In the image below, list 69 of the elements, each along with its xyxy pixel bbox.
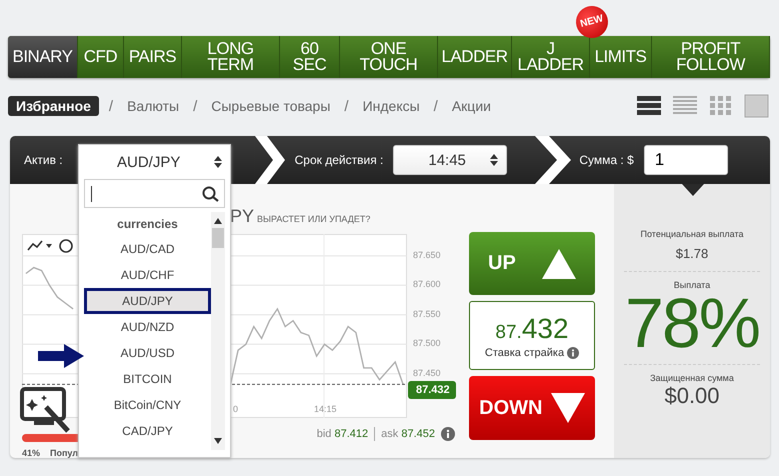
price-label: 87.550	[413, 308, 441, 320]
chart-tools-icon[interactable]	[26, 238, 74, 254]
category-link[interactable]: Акции	[448, 96, 495, 116]
ask-price: ask 87.452	[381, 428, 435, 440]
time-label: 14:15	[314, 404, 337, 414]
info-icon[interactable]	[441, 427, 455, 441]
category-link[interactable]: Сырьевые товары	[207, 96, 334, 116]
expiry-label: Срок действия :	[294, 153, 384, 167]
tile-view-icon[interactable]	[744, 94, 770, 118]
amount-field[interactable]: 1	[644, 145, 728, 175]
product-tab[interactable]: LONG TERM	[182, 36, 280, 78]
asset-label: Актив :	[24, 153, 63, 167]
bid-price: bid 87.412	[316, 428, 368, 440]
strike-label: Ставка страйка	[484, 346, 564, 358]
price-label: 87.600	[413, 278, 441, 290]
chart-subtitle: ВЫРАСТЕТ ИЛИ УПАДЕТ?	[257, 214, 370, 224]
down-triangle-icon	[550, 393, 585, 423]
scroll-up-icon[interactable]	[214, 218, 222, 224]
info-icon[interactable]	[567, 346, 580, 358]
category-link[interactable]: Избранное	[8, 96, 99, 116]
separator: /	[434, 98, 438, 114]
magic-wand-icon[interactable]	[20, 387, 72, 435]
potential-payout-value: $1.78	[676, 246, 708, 261]
category-link[interactable]: Валюты	[123, 96, 184, 116]
category-link[interactable]: Индексы	[358, 96, 424, 116]
chart-title: PY	[230, 206, 254, 227]
price-label: 87.650	[413, 248, 441, 261]
product-tab[interactable]: 60 SEC	[280, 36, 340, 78]
scroll-down-icon[interactable]	[214, 438, 222, 444]
product-tab[interactable]: BINARY	[8, 36, 78, 78]
protected-amount-value: $0.00	[664, 383, 720, 409]
current-price-tag: 87.432	[408, 381, 456, 400]
up-button[interactable]: UP	[469, 232, 595, 295]
price-label: 87.500	[413, 337, 441, 350]
product-tab[interactable]: ONE TOUCH	[340, 36, 438, 78]
scrollbar[interactable]	[211, 212, 225, 450]
time-label: 0	[233, 404, 238, 414]
group-heading: currencies	[116, 216, 179, 233]
pointer-icon	[682, 184, 704, 196]
protected-amount-label: Защищенная сумма	[650, 373, 734, 383]
price-label: 87.450	[413, 366, 441, 379]
separator: /	[344, 98, 349, 114]
product-tab[interactable]: CFD	[78, 36, 124, 78]
search-icon	[202, 186, 220, 202]
scroll-thumb[interactable]	[212, 228, 224, 248]
separator: /	[108, 98, 114, 114]
product-tab[interactable]: PAIRS	[124, 36, 182, 78]
sentiment-percent: 41%	[22, 448, 40, 458]
strike-price: 87.432	[495, 312, 569, 344]
payout-rate: 78%	[624, 292, 760, 354]
updown-icon	[490, 154, 498, 166]
asset-select[interactable]: AUD/JPY	[79, 145, 230, 179]
product-tab[interactable]: J LADDER	[512, 36, 590, 78]
asset-option[interactable]: AUD/JPY	[84, 288, 211, 314]
product-tab[interactable]: LIMITS	[590, 36, 652, 78]
potential-payout-label: Потенциальная выплата	[640, 229, 744, 239]
sentiment-label: Попул	[50, 448, 78, 458]
payout-label: Выплата	[674, 280, 710, 290]
separator: /	[193, 98, 198, 114]
up-triangle-icon	[542, 248, 576, 278]
expiry-select[interactable]: 14:45	[393, 145, 508, 175]
down-button[interactable]: DOWN	[469, 376, 595, 440]
product-tab[interactable]: LADDER	[438, 36, 512, 78]
pointing-arrow	[38, 344, 84, 368]
search-field[interactable]	[84, 179, 225, 208]
list-view-icon[interactable]	[636, 94, 662, 118]
amount-label: Сумма : $	[579, 153, 634, 167]
updown-icon	[214, 156, 222, 168]
product-tab[interactable]: PROFIT FOLLOW	[652, 36, 770, 78]
